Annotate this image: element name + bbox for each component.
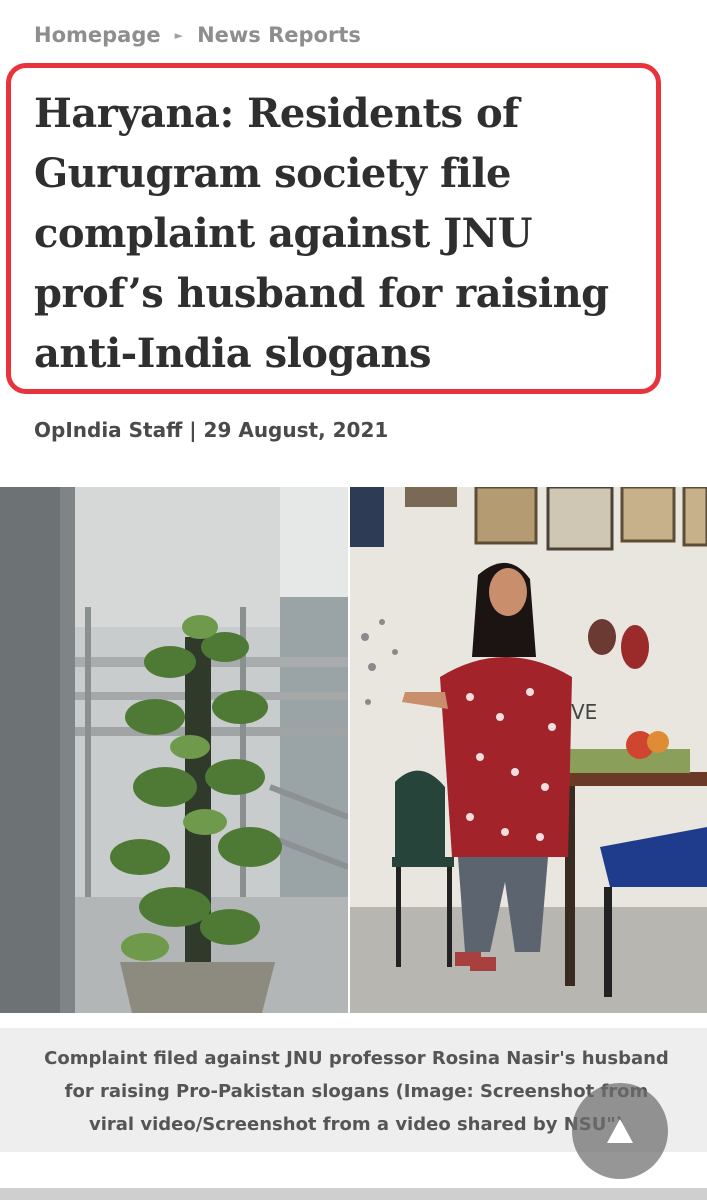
breadcrumb-separator-icon: ► <box>174 28 184 42</box>
wall-letters: VE <box>571 700 597 724</box>
caption-line: for raising Pro-Pakistan slogans (Image:… <box>64 1081 649 1102</box>
byline: OpIndia Staff | 29 August, 2021 <box>34 418 388 442</box>
article-headline: Haryana: Residents of Gurugram society f… <box>34 84 664 384</box>
breadcrumb-home-link[interactable]: Homepage <box>34 23 161 47</box>
headline-line: Haryana: Residents of <box>34 90 519 137</box>
up-triangle-icon <box>607 1119 633 1143</box>
next-content-strip <box>0 1188 707 1200</box>
author-link[interactable]: OpIndia Staff <box>34 418 182 442</box>
headline-line: prof’s husband for raising <box>34 270 609 317</box>
caption-line: viral video/Screenshot from a video shar… <box>89 1114 624 1135</box>
balcony-scene <box>0 487 350 1013</box>
breadcrumb: Homepage ► News Reports <box>34 18 361 52</box>
headline-line: complaint against JNU <box>34 210 533 257</box>
byline-separator: | <box>189 418 197 442</box>
publish-date: 29 August, 2021 <box>203 418 389 442</box>
headline-line: anti-India slogans <box>34 330 431 377</box>
classroom-scene: VE <box>350 487 707 1013</box>
breadcrumb-section-link[interactable]: News Reports <box>197 23 361 47</box>
caption-line: Complaint filed against JNU professor Ro… <box>44 1048 669 1069</box>
scroll-to-top-button[interactable] <box>572 1083 668 1179</box>
article-photo[interactable]: VE <box>0 487 707 1013</box>
headline-line: Gurugram society file <box>34 150 512 197</box>
